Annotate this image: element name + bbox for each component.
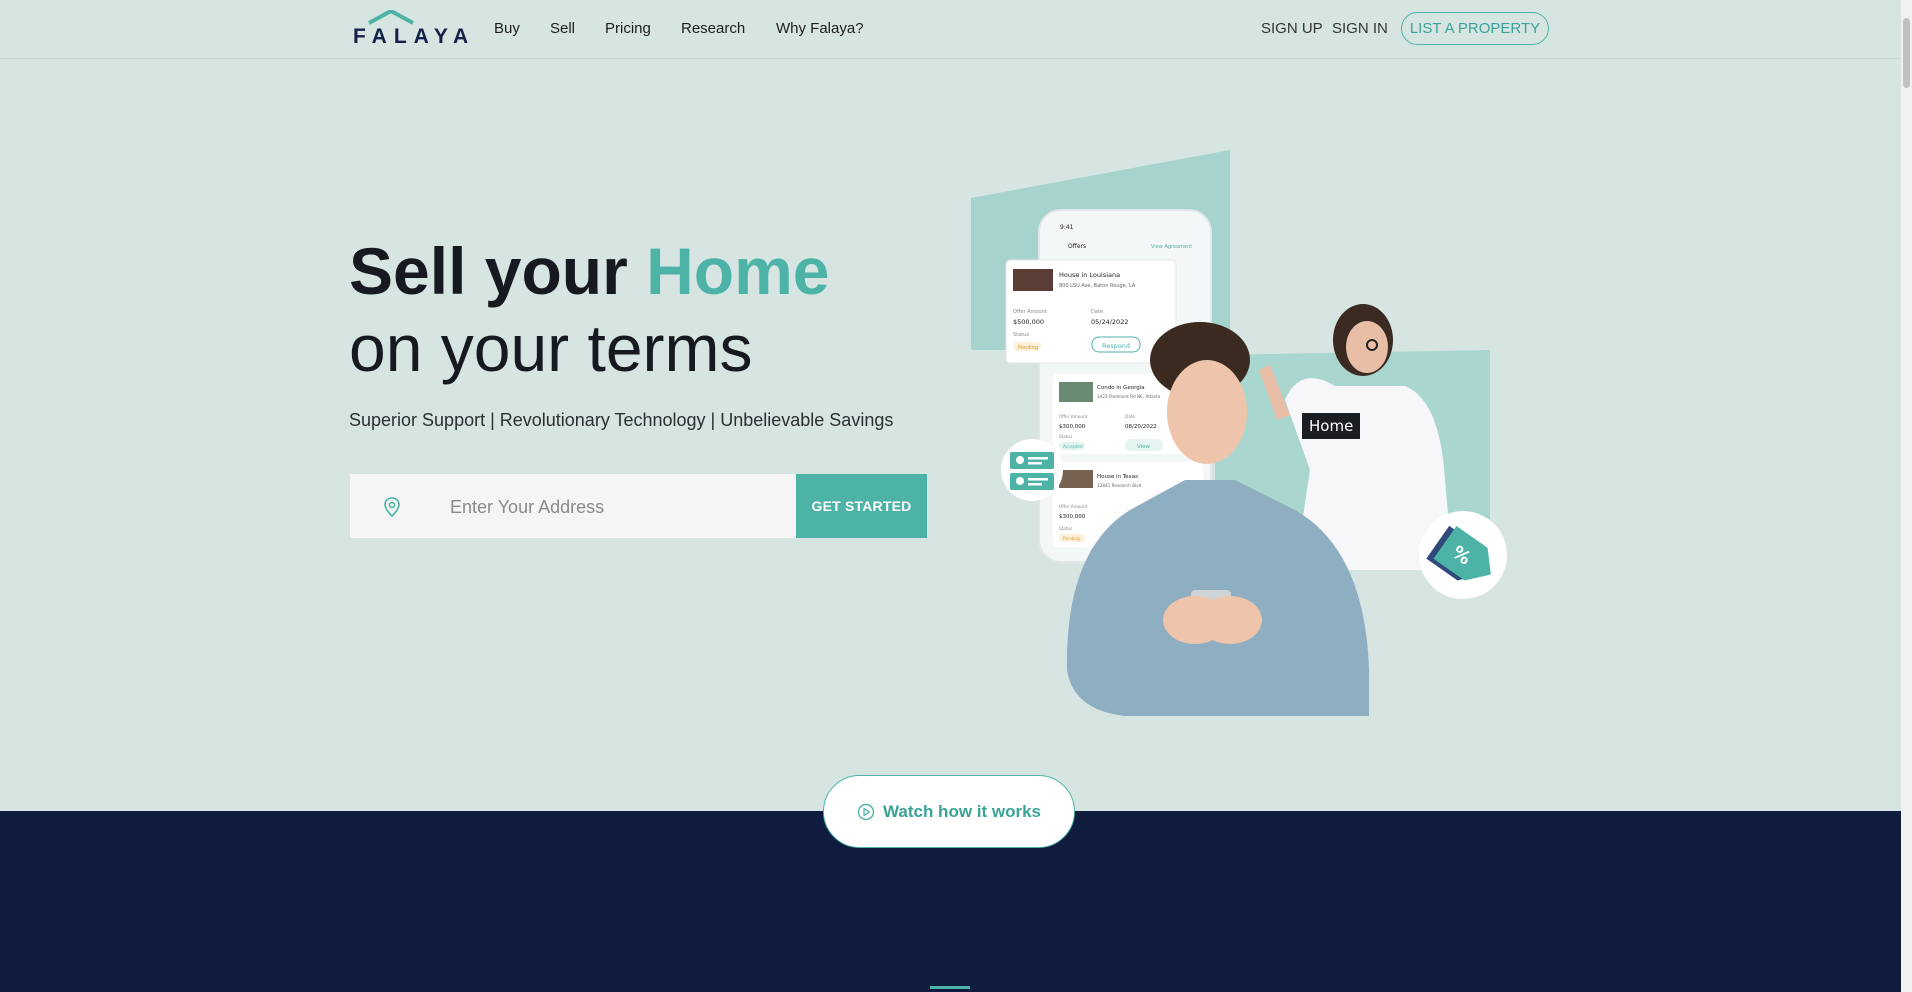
play-icon <box>857 803 875 820</box>
house-thumbnail-3 <box>1059 470 1093 488</box>
phone-time: 9:41 <box>1060 224 1074 231</box>
sign-in-link[interactable]: SIGN IN <box>1332 20 1388 37</box>
card3-status-label: Status <box>1059 526 1072 531</box>
card3-title: House in Texas <box>1097 474 1138 480</box>
card2-action: View <box>1137 444 1151 450</box>
card2-date: 08/20/2022 <box>1125 424 1157 430</box>
card1-date-label: Date <box>1091 309 1103 315</box>
hero-subtitle: on your terms <box>349 311 753 385</box>
card2-status: Accepted <box>1063 444 1083 449</box>
scrollbar-thumb[interactable] <box>1903 18 1910 88</box>
location-pin-icon <box>384 497 400 518</box>
card2-address: 3423 Piedmont Rd NE, Atlanta <box>1097 394 1161 399</box>
roof-logo-icon <box>368 10 414 25</box>
nav-why-falaya-link[interactable]: Why Falaya? <box>776 20 864 37</box>
card1-offer-label: Offer Amount <box>1013 309 1047 315</box>
sign-up-link[interactable]: SIGN UP <box>1261 20 1323 37</box>
house-thumbnail-2 <box>1059 382 1093 402</box>
card3-offer-label: Offer Amount <box>1059 504 1088 509</box>
nav-sell-link[interactable]: Sell <box>550 20 575 37</box>
house-thumbnail-1 <box>1013 269 1053 291</box>
hero-title: Sell your Home <box>349 233 829 309</box>
page-scrollbar[interactable] <box>1901 0 1912 992</box>
falaya-logo[interactable]: FALAYA <box>353 10 468 48</box>
watch-video-label: Watch how it works <box>882 801 1042 821</box>
contact-badge-circle <box>1001 439 1063 501</box>
card1-offer: $500,000 <box>1013 318 1044 326</box>
brand-name: FALAYA <box>353 25 476 48</box>
home-tooltip: Home <box>1302 413 1361 439</box>
card2-offer-label: Offer Amount <box>1059 414 1088 419</box>
address-input[interactable] <box>448 488 792 526</box>
nav-research-link[interactable]: Research <box>681 20 745 37</box>
card3-offer: $300,000 <box>1059 514 1086 520</box>
card1-title: House in Louisiana <box>1059 271 1120 279</box>
nav-buy-link[interactable]: Buy <box>494 20 520 37</box>
list-property-button[interactable]: LIST A PROPERTY <box>1401 12 1549 45</box>
card1-date: 05/24/2022 <box>1091 318 1128 326</box>
get-started-button[interactable]: GET STARTED <box>796 474 927 538</box>
card1-status: Pending <box>1018 345 1038 351</box>
top-navigation-bar: FALAYA Buy Sell Pricing Research Why Fal… <box>0 0 1901 59</box>
hero-title-prefix: Sell your <box>349 234 647 308</box>
card3-status: Pending <box>1063 536 1080 541</box>
hero-tagline: Superior Support | Revolutionary Technol… <box>349 410 894 430</box>
card1-action: Respond <box>1102 342 1130 350</box>
nav-pricing-link[interactable]: Pricing <box>605 20 651 37</box>
hero-title-accent: Home <box>646 234 830 308</box>
card2-date-label: Date <box>1125 414 1135 419</box>
card2-offer: $300,000 <box>1059 424 1086 430</box>
phone-header: Offers <box>1068 243 1086 250</box>
watch-video-button[interactable]: Watch how it works <box>823 775 1075 848</box>
hero-illustration: 9:41 Offers View Agreement House in Loui… <box>971 150 1507 716</box>
phone-header-link: View Agreement <box>1151 244 1192 250</box>
card1-status-label: Status <box>1013 332 1029 338</box>
section-divider-line <box>930 986 970 989</box>
card2-title: Condo in Georgia <box>1097 385 1145 391</box>
card1-address: 800 LSU Ave, Baton Rouge, LA <box>1059 283 1136 289</box>
card2-status-label: Status <box>1059 434 1072 439</box>
card3-address: 12841 Research Blvd <box>1097 483 1142 488</box>
